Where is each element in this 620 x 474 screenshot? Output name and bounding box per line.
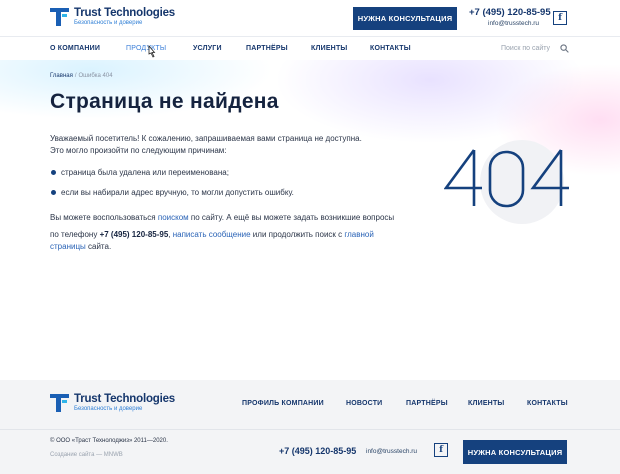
footer-divider — [0, 429, 620, 430]
intro-text: Уважаемый посетитель! К сожалению, запра… — [50, 133, 362, 157]
made-by-link[interactable]: Создание сайта — MNWB — [50, 452, 123, 458]
nav-item-partners[interactable]: ПАРТНЁРЫ — [246, 45, 288, 52]
footer-logo[interactable]: Trust Technologies Безопасность и довери… — [50, 393, 175, 413]
breadcrumb-current: Ошибка 404 — [78, 73, 113, 79]
breadcrumb-separator: / — [74, 73, 77, 79]
outro-text: по сайту. А ещё вы можете задать возникш… — [188, 213, 395, 222]
nav-item-clients[interactable]: КЛИЕНТЫ — [311, 45, 347, 52]
outro-line-2: по телефону +7 (495) 120-85-95, написать… — [50, 229, 374, 241]
copyright: © ООО «Траст Технолоджиз» 2011—2020. — [50, 438, 168, 444]
outro-text: Вы можете воспользоваться — [50, 213, 158, 222]
outro-text: по телефону — [50, 230, 100, 239]
site-header: Trust Technologies Безопасность и довери… — [0, 0, 620, 36]
logo-mark-icon — [50, 7, 70, 27]
reason-item: если вы набирали адрес вручную, то могли… — [61, 188, 294, 197]
breadcrumb: Главная / Ошибка 404 — [50, 73, 113, 79]
mouse-pointer-icon — [148, 45, 156, 58]
search-link[interactable]: поиском — [158, 213, 189, 222]
page-title: Страница не найдена — [50, 90, 279, 113]
facebook-icon[interactable]: f — [553, 11, 567, 25]
bullet-icon — [51, 190, 56, 195]
intro-line-2: Это могло произойти по следующим причина… — [50, 146, 227, 155]
facebook-icon[interactable]: f — [434, 443, 448, 457]
reason-item: страница была удалена или переименована; — [61, 168, 229, 177]
error-code-text: 404 — [444, 148, 446, 149]
home-page-link-cont[interactable]: страницы — [50, 242, 86, 251]
outro-text: сайта. — [85, 242, 112, 251]
main-nav: О КОМПАНИИ ПРОДУКТЫ УСЛУГИ ПАРТНЁРЫ КЛИЕ… — [0, 36, 620, 60]
footer-email[interactable]: info@trusstech.ru — [366, 448, 417, 455]
header-phone[interactable]: +7 (495) 120-85-95 — [469, 7, 551, 18]
company-logo[interactable]: Trust Technologies Безопасность и довери… — [50, 7, 175, 27]
footer-logo-tagline: Безопасность и доверие — [74, 406, 143, 412]
bullet-icon — [51, 170, 56, 175]
logo-mark-icon — [50, 393, 70, 413]
logo-tagline: Безопасность и доверие — [74, 20, 143, 26]
logo-name: Trust Technologies — [74, 7, 175, 19]
write-message-link[interactable]: написать сообщение — [173, 230, 251, 239]
search-input[interactable]: Поиск по сайту — [501, 45, 550, 52]
outro-text: или продолжить поиск с — [250, 230, 345, 239]
outro-line-3: страницы сайта. — [50, 241, 111, 253]
intro-line-1: Уважаемый посетитель! К сожалению, запра… — [50, 134, 362, 143]
footer-nav-profile[interactable]: ПРОФИЛЬ КОМПАНИИ — [242, 400, 324, 407]
nav-item-contacts[interactable]: КОНТАКТЫ — [370, 45, 411, 52]
search-icon[interactable] — [560, 44, 569, 53]
consultation-button[interactable]: НУЖНА КОНСУЛЬТАЦИЯ — [353, 7, 457, 30]
home-page-link[interactable]: главной — [344, 230, 373, 239]
footer-nav-clients[interactable]: КЛИЕНТЫ — [468, 400, 504, 407]
outro-line-1: Вы можете воспользоваться поиском по сай… — [50, 212, 394, 224]
nav-item-about[interactable]: О КОМПАНИИ — [50, 45, 100, 52]
footer-phone[interactable]: +7 (495) 120-85-95 — [279, 446, 356, 456]
nav-item-services[interactable]: УСЛУГИ — [193, 45, 222, 52]
footer-logo-name: Trust Technologies — [74, 393, 175, 405]
header-email[interactable]: info@trusstech.ru — [488, 20, 539, 27]
footer-nav-partners[interactable]: ПАРТНЁРЫ — [406, 400, 448, 407]
breadcrumb-home[interactable]: Главная — [50, 73, 73, 79]
body-phone: +7 (495) 120-85-95 — [99, 230, 169, 239]
footer-consultation-button[interactable]: НУЖНА КОНСУЛЬТАЦИЯ — [463, 440, 567, 464]
footer-nav-news[interactable]: НОВОСТИ — [346, 400, 382, 407]
footer-nav-contacts[interactable]: КОНТАКТЫ — [527, 400, 568, 407]
error-code-404: 404 — [444, 148, 569, 208]
